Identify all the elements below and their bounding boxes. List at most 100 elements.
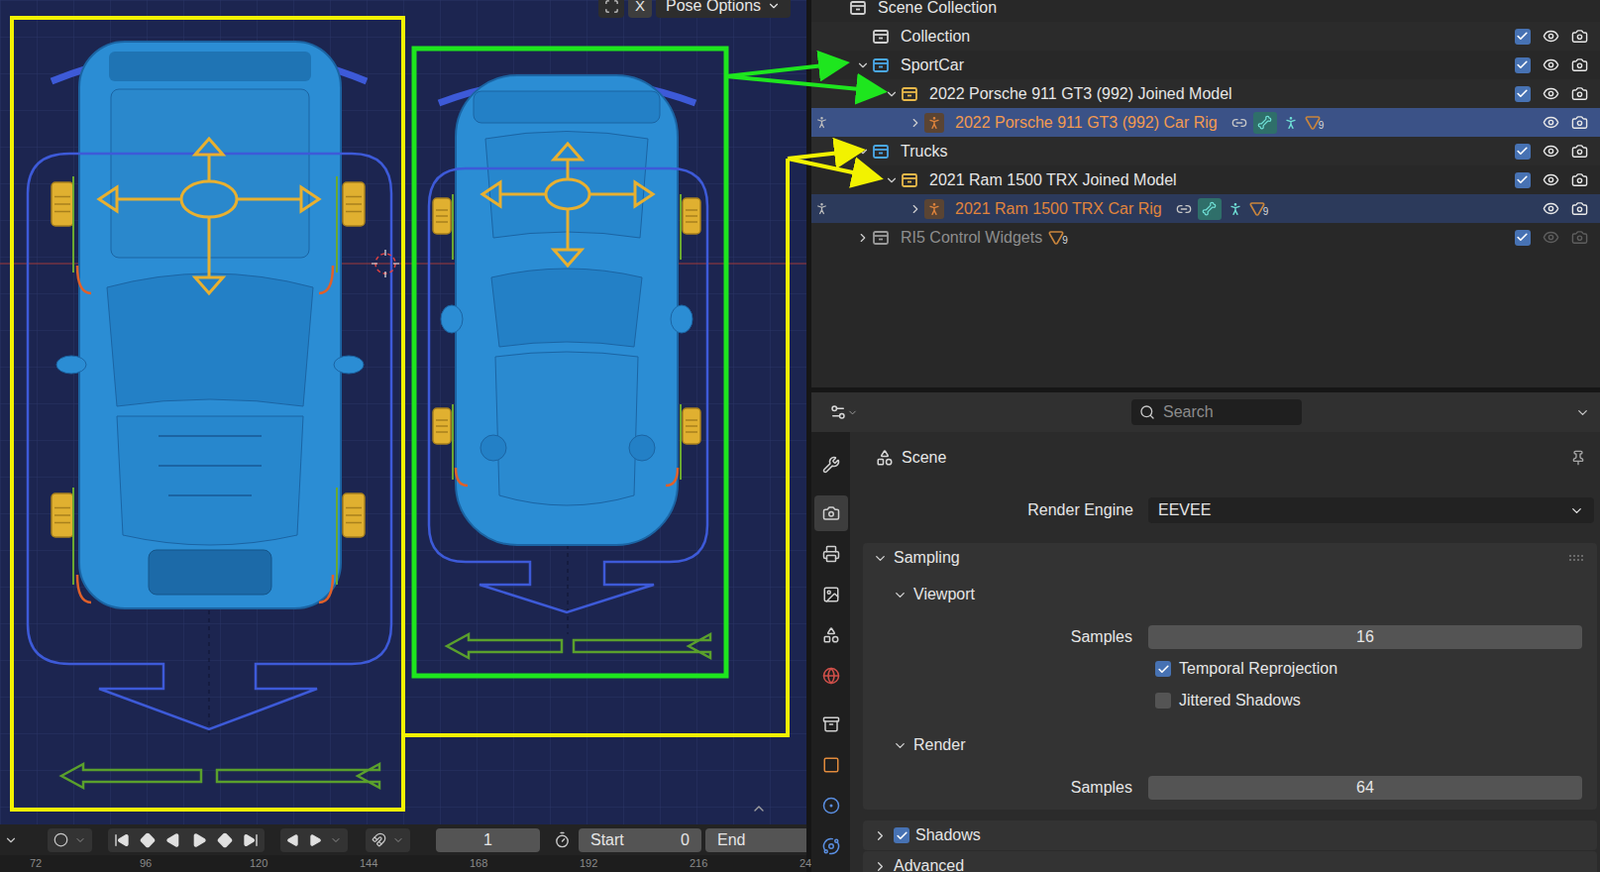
prev-keyframe-jump-icon[interactable]	[286, 833, 301, 848]
properties-tab[interactable]	[814, 657, 849, 694]
pin-icon[interactable]	[1570, 449, 1587, 466]
root-control-widget[interactable]	[99, 138, 320, 294]
outliner-row[interactable]: 2021 Ram 1500 TRX Joined Model	[811, 165, 1600, 195]
constraint-icon[interactable]	[1231, 114, 1248, 131]
render-camera-icon[interactable]	[1571, 200, 1589, 217]
properties-tab[interactable]	[814, 446, 849, 483]
visibility-eye-icon[interactable]	[1542, 85, 1560, 103]
armature-data-icon[interactable]	[1197, 198, 1222, 220]
panel-header[interactable]: Shadows	[862, 820, 1598, 851]
armature-data-icon[interactable]	[1253, 111, 1278, 134]
panel-header[interactable]: Advanced	[862, 851, 1598, 872]
exclude-checkbox[interactable]	[1514, 86, 1531, 103]
expand-chevron-icon[interactable]	[855, 144, 870, 159]
constraint-icon[interactable]	[1175, 201, 1192, 217]
render-camera-icon[interactable]	[1571, 142, 1589, 160]
properties-tab[interactable]	[814, 706, 849, 743]
region-toggle-icon[interactable]	[750, 800, 767, 817]
outliner-row[interactable]: Scene Collection	[811, 0, 1600, 22]
panel-checkbox[interactable]	[893, 827, 910, 844]
expand-chevron-icon[interactable]	[855, 230, 870, 245]
3d-cursor-icon[interactable]	[371, 249, 400, 278]
truck-model[interactable]	[51, 41, 367, 734]
outliner-row[interactable]: 2021 Ram 1500 TRX Car Rig 9	[811, 194, 1600, 223]
expand-chevron-icon[interactable]	[855, 58, 870, 73]
outliner-label[interactable]: 2021 Ram 1500 TRX Joined Model	[929, 170, 1177, 191]
visibility-eye-icon[interactable]	[1542, 56, 1560, 74]
subpanel-header[interactable]: Render	[862, 730, 1598, 760]
exclude-checkbox[interactable]	[1514, 28, 1531, 45]
render-camera-icon[interactable]	[1571, 171, 1589, 189]
play-icon[interactable]	[191, 832, 208, 849]
outliner-label[interactable]: Trucks	[900, 141, 948, 162]
pose-icon[interactable]	[1227, 201, 1244, 217]
render-camera-icon[interactable]	[1571, 56, 1589, 74]
expand-chevron-icon[interactable]	[908, 202, 923, 216]
render-camera-icon[interactable]	[1571, 113, 1589, 131]
exclude-checkbox[interactable]	[1514, 143, 1531, 160]
pose-mode-icon[interactable]	[814, 114, 830, 130]
wheel-control[interactable]	[432, 408, 451, 444]
wheel-control[interactable]	[342, 493, 365, 537]
select-mode-button[interactable]	[598, 0, 625, 18]
outliner-row[interactable]: 2022 Porsche 911 GT3 (992) Car Rig9	[811, 107, 1600, 137]
pose-icon[interactable]	[1282, 114, 1299, 131]
wheel-control[interactable]	[342, 182, 365, 226]
outliner-label[interactable]: 2021 Ram 1500 TRX Car Rig	[955, 199, 1163, 219]
snap-options-icon[interactable]	[392, 834, 405, 847]
outliner-row[interactable]: 2022 Porsche 911 GT3 (992) Joined Model	[811, 79, 1600, 108]
render-camera-icon[interactable]	[1571, 85, 1589, 103]
current-frame-field[interactable]: 1	[435, 828, 540, 853]
number-field[interactable]: 16	[1148, 625, 1583, 649]
truck-body-widget[interactable]	[27, 153, 392, 730]
pose-mode-icon[interactable]	[814, 201, 830, 216]
outliner-row[interactable]: RI5 Control Widgets9	[811, 222, 1600, 252]
outliner-row[interactable]: Collection	[811, 21, 1600, 51]
close-button[interactable]: X	[628, 0, 652, 18]
wheel-control[interactable]	[432, 198, 451, 234]
wheel-control[interactable]	[682, 408, 701, 444]
outliner-label[interactable]: 2022 Porsche 911 GT3 (992) Joined Model	[929, 84, 1233, 105]
next-keyframe-jump-icon[interactable]	[308, 833, 322, 848]
render-camera-icon[interactable]	[1571, 228, 1589, 246]
search-field[interactable]: Search	[1131, 399, 1302, 426]
outliner-row[interactable]: Trucks	[811, 136, 1600, 166]
expand-chevron-icon[interactable]	[908, 115, 923, 130]
wheel-control[interactable]	[51, 493, 74, 537]
exclude-checkbox[interactable]	[1514, 172, 1531, 189]
timeline-menu-icon[interactable]	[3, 833, 18, 848]
properties-tab[interactable]	[814, 495, 849, 532]
outliner-row[interactable]: SportCar	[811, 50, 1600, 80]
visibility-eye-icon[interactable]	[1542, 200, 1560, 217]
mesh-children[interactable]: 9	[1249, 201, 1270, 217]
play-reverse-icon[interactable]	[165, 832, 182, 849]
header-options-icon[interactable]	[1575, 405, 1591, 421]
render-camera-icon[interactable]	[1571, 27, 1589, 45]
root-control-widget[interactable]	[482, 143, 653, 266]
panel-header[interactable]: Sampling	[862, 542, 1598, 573]
start-frame-field[interactable]: Start0	[578, 828, 702, 853]
properties-tab[interactable]	[814, 828, 849, 864]
exclude-checkbox[interactable]	[1514, 229, 1531, 246]
checkbox-row[interactable]: Temporal Reprojection	[862, 654, 1598, 683]
visibility-eye-icon[interactable]	[1542, 142, 1560, 160]
properties-tab[interactable]	[814, 576, 849, 613]
properties-tab[interactable]	[814, 787, 849, 824]
outliner-label[interactable]: Collection	[900, 26, 970, 47]
wheel-control[interactable]	[682, 198, 701, 234]
outliner-label[interactable]: 2022 Porsche 911 GT3 (992) Car Rig	[955, 112, 1218, 133]
preview-range-icon[interactable]	[553, 831, 571, 849]
outliner-label[interactable]: RI5 Control Widgets	[900, 227, 1043, 248]
next-keyframe-icon[interactable]	[216, 832, 233, 849]
snap-icon[interactable]	[371, 832, 387, 848]
editor-type-button[interactable]	[829, 403, 858, 422]
checkbox-row[interactable]: Jittered Shadows	[862, 686, 1598, 715]
option-checkbox[interactable]	[1155, 692, 1172, 709]
properties-tab[interactable]	[814, 746, 849, 783]
outliner-label[interactable]: SportCar	[900, 55, 964, 76]
drag-handle-icon[interactable]	[1569, 554, 1586, 561]
number-field[interactable]: 64	[1148, 775, 1583, 800]
subpanel-header[interactable]: Viewport	[862, 579, 1598, 610]
record-icon[interactable]	[53, 832, 69, 848]
3d-viewport[interactable]: XPose Options	[0, 0, 807, 825]
